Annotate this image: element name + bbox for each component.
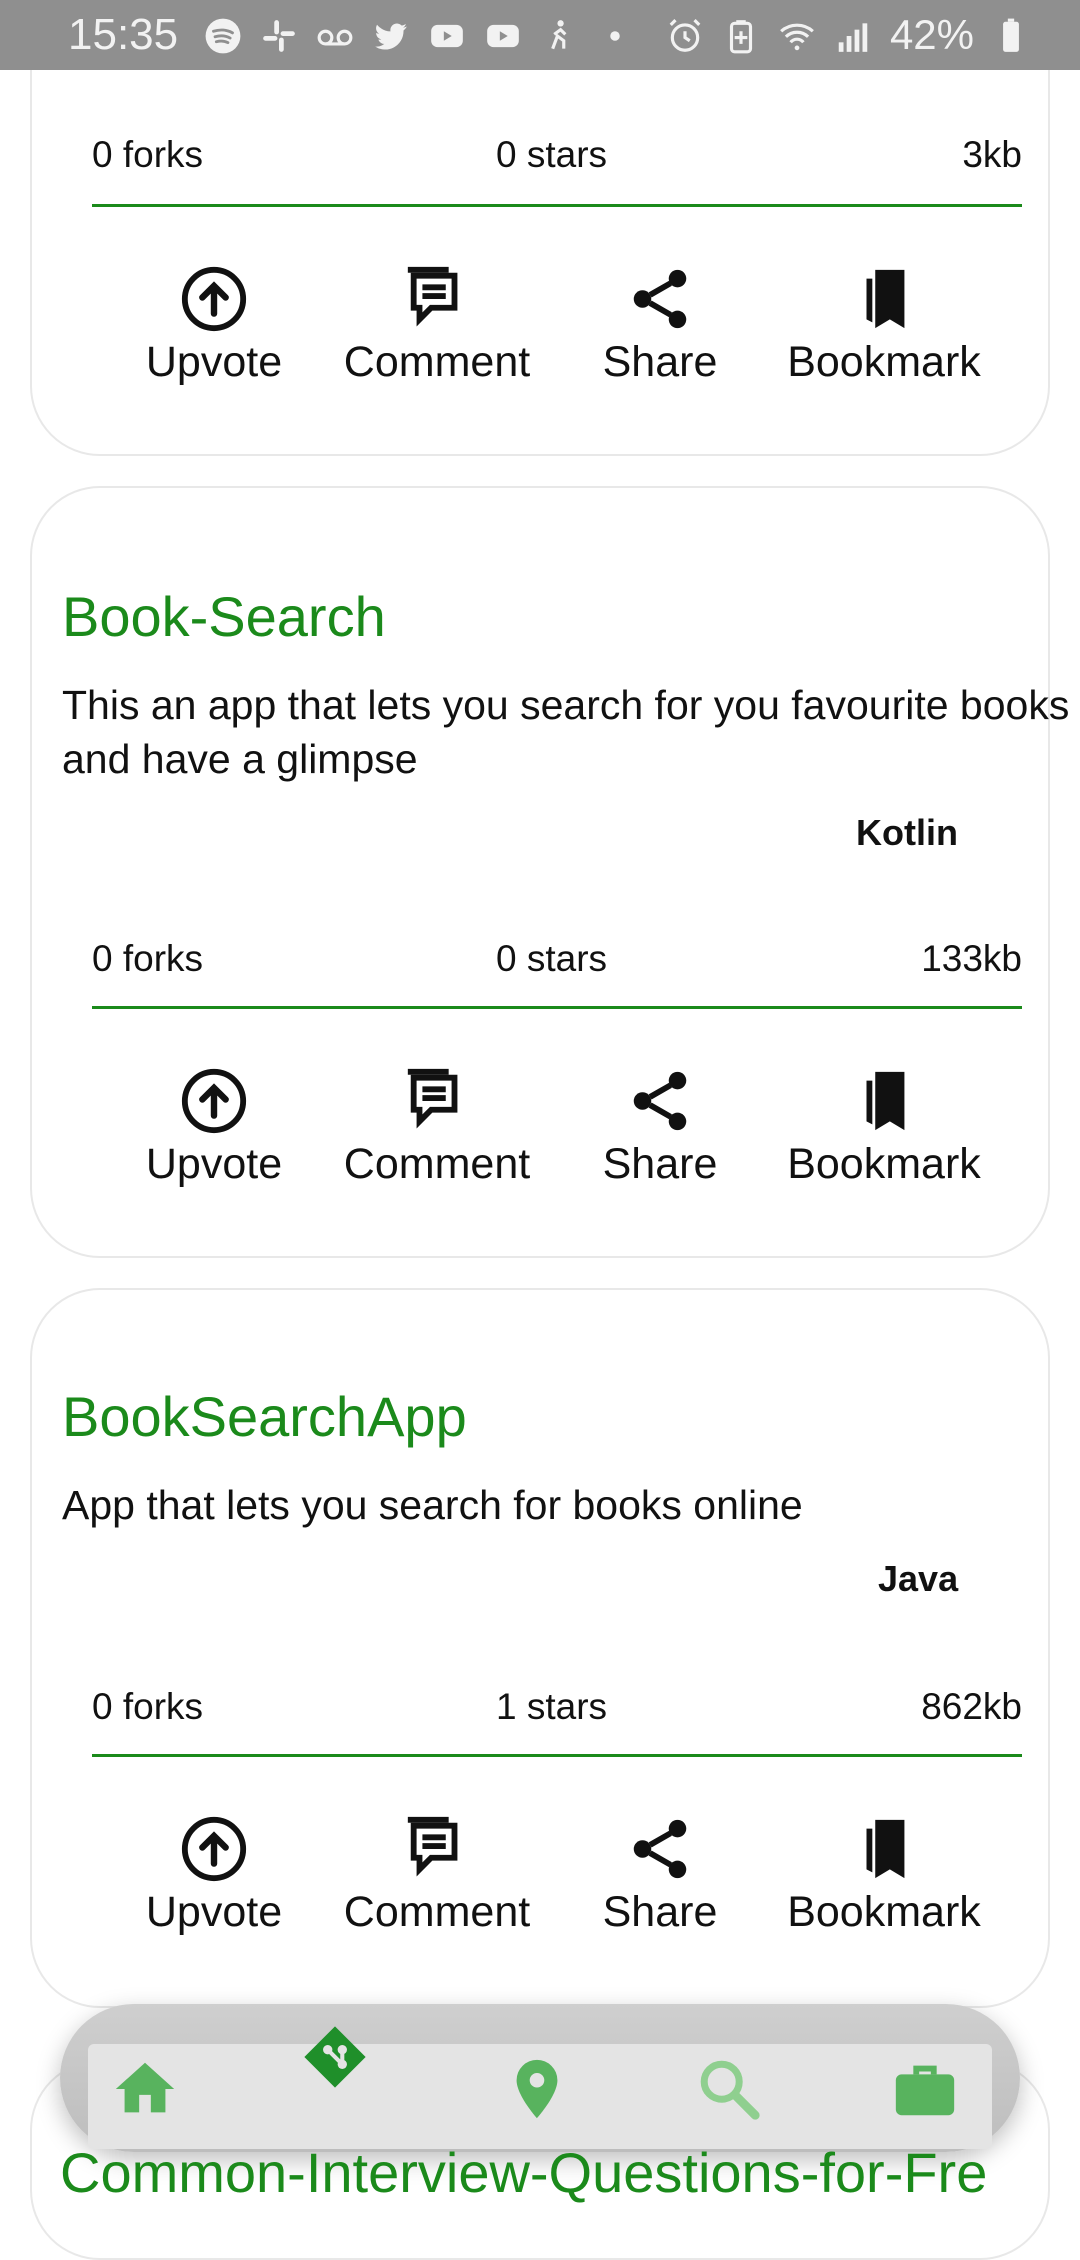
spotify-icon <box>204 16 242 54</box>
repo-language: Java <box>878 1558 959 1599</box>
share-label: Share <box>602 1140 718 1188</box>
share-label: Share <box>602 1888 718 1936</box>
git-icon <box>300 2022 370 2092</box>
wifi-icon <box>778 16 816 54</box>
share-button[interactable]: Share <box>600 1066 720 1189</box>
status-bar: 15:35 42% <box>0 0 1080 70</box>
twitter-icon <box>372 16 410 54</box>
signal-icon <box>834 16 872 54</box>
slack-icon <box>260 16 298 54</box>
comment-button[interactable]: Comment <box>342 1066 532 1189</box>
upvote-button[interactable]: Upvote <box>144 264 284 387</box>
stats-row: 0 forks 0 stars 3kb <box>92 134 1052 184</box>
bookmark-icon <box>849 264 919 334</box>
comment-icon <box>402 1066 472 1136</box>
share-icon <box>625 264 695 334</box>
stars-count: 0 stars <box>496 938 608 979</box>
forks-count: 0 forks <box>92 938 204 979</box>
comment-label: Comment <box>343 338 531 386</box>
stars-count: 1 stars <box>496 1686 608 1727</box>
youtube-icon <box>428 16 466 54</box>
nav-repositories[interactable] <box>300 2022 370 2092</box>
status-right: 42% <box>666 11 1030 59</box>
forks-count: 0 forks <box>92 134 204 175</box>
nav-location[interactable] <box>502 2054 572 2124</box>
comment-icon <box>402 1814 472 1884</box>
divider <box>92 1754 1022 1757</box>
alarm-icon <box>666 16 704 54</box>
youtube-icon <box>484 16 522 54</box>
upvote-label: Upvote <box>145 338 283 386</box>
nav-search[interactable] <box>694 2054 764 2124</box>
repo-language: Kotlin <box>856 812 958 853</box>
repo-title[interactable]: Common-Interview-Questions-for-Fre <box>60 2140 987 2205</box>
upvote-button[interactable]: Upvote <box>144 1066 284 1189</box>
repo-size: 133kb <box>921 938 1022 979</box>
home-icon <box>110 2054 180 2124</box>
comment-label: Comment <box>343 1140 531 1188</box>
bookmark-button[interactable]: Bookmark <box>774 1066 994 1189</box>
location-icon <box>502 2054 572 2124</box>
comment-icon <box>402 264 472 334</box>
briefcase-icon <box>890 2054 960 2124</box>
divider <box>92 204 1022 207</box>
dot-icon <box>596 16 634 54</box>
upvote-label: Upvote <box>145 1140 283 1188</box>
upvote-icon <box>179 1066 249 1136</box>
bookmark-button[interactable]: Bookmark <box>774 264 994 387</box>
stats-row: 0 forks 0 stars 133kb <box>92 938 1052 988</box>
divider <box>92 1006 1022 1009</box>
stars-count: 0 stars <box>496 134 608 175</box>
bottom-nav-bar <box>88 2026 992 2149</box>
share-icon <box>625 1814 695 1884</box>
repo-size: 862kb <box>921 1686 1022 1727</box>
bookmark-label: Bookmark <box>787 338 981 386</box>
repo-card[interactable]: BookSearchApp App that lets you search f… <box>30 1288 1050 2008</box>
bookmark-icon <box>849 1814 919 1884</box>
comment-button[interactable]: Comment <box>342 264 532 387</box>
upvote-label: Upvote <box>145 1888 283 1936</box>
forks-count: 0 forks <box>92 1686 204 1727</box>
accessibility-icon <box>540 16 578 54</box>
comment-button[interactable]: Comment <box>342 1814 532 1937</box>
nav-home[interactable] <box>110 2054 180 2124</box>
repo-description: App that lets you search for books onlin… <box>62 1482 803 1528</box>
stats-row: 0 forks 1 stars 862kb <box>92 1686 1052 1736</box>
status-time: 15:35 <box>68 10 179 59</box>
action-bar: Upvote Comment Share Bookmark <box>32 1814 1052 1954</box>
bookmark-icon <box>849 1066 919 1136</box>
nav-jobs[interactable] <box>890 2054 960 2124</box>
action-bar: Upvote Comment Share Bookmark <box>32 1066 1052 1206</box>
repo-title[interactable]: Book-Search <box>62 584 386 649</box>
voicemail-icon <box>316 16 354 54</box>
repo-title[interactable]: BookSearchApp <box>62 1384 467 1449</box>
action-bar: Upvote Comment Share Bookmark <box>32 264 1052 404</box>
bookmark-label: Bookmark <box>787 1888 981 1936</box>
upvote-icon <box>179 264 249 334</box>
bookmark-button[interactable]: Bookmark <box>774 1814 994 1937</box>
repo-description: This an app that lets you search for you… <box>62 682 1070 782</box>
upvote-button[interactable]: Upvote <box>144 1814 284 1937</box>
battery-percentage: 42% <box>889 11 974 58</box>
upvote-icon <box>179 1814 249 1884</box>
share-button[interactable]: Share <box>600 1814 720 1937</box>
share-button[interactable]: Share <box>600 264 720 387</box>
share-icon <box>625 1066 695 1136</box>
bookmark-label: Bookmark <box>787 1140 981 1188</box>
bottom-navigation <box>60 2004 1020 2152</box>
comment-label: Comment <box>343 1888 531 1936</box>
share-label: Share <box>602 338 718 386</box>
status-left: 15:35 <box>68 10 634 60</box>
search-icon <box>694 2054 764 2124</box>
battery-saver-icon <box>722 16 760 54</box>
repo-size: 3kb <box>962 134 1022 175</box>
battery-icon <box>992 16 1030 54</box>
repo-card[interactable]: Book-Search This an app that lets you se… <box>30 486 1069 1258</box>
